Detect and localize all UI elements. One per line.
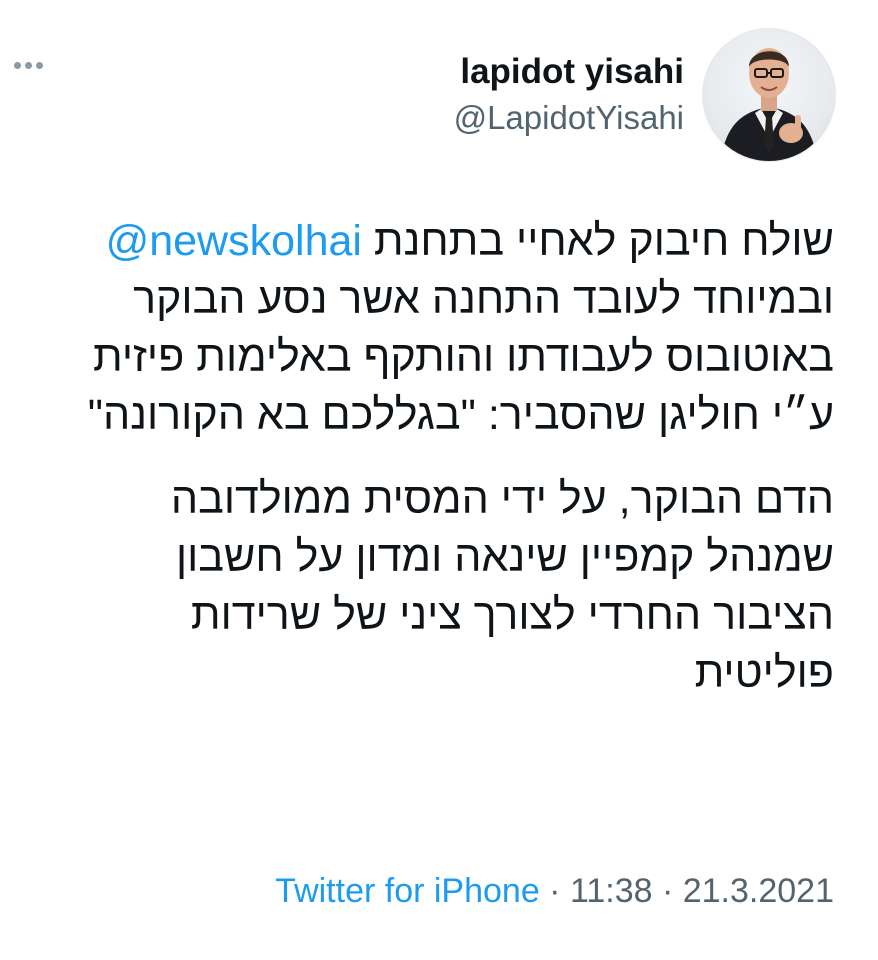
- tweet-line: ובמיוחד לעובד התחנה אשר נסע הבוקר: [133, 275, 834, 323]
- tweet-line: שולח חיבוק לאחיי בתחנת @newskolhai: [34, 212, 834, 270]
- meta-separator: ·: [539, 872, 570, 910]
- avatar[interactable]: [702, 28, 836, 162]
- tweet-date[interactable]: 21.3.2021: [683, 872, 834, 910]
- meta-separator: ·: [652, 872, 683, 910]
- author-names: lapidot yisahi @LapidotYisahi: [454, 49, 684, 141]
- author-handle[interactable]: @LapidotYisahi: [454, 95, 684, 141]
- tweet-header: lapidot yisahi @LapidotYisahi: [454, 28, 836, 162]
- tweet-time[interactable]: 11:38: [570, 872, 653, 910]
- tweet-text: שולח חיבוק לאחיי בתחנת @newskolhai ובמיו…: [34, 212, 834, 728]
- tweet-line: שמנהל קמפיין שינאה ומדון על חשבון: [175, 533, 834, 581]
- tweet-line: באוטובוס לעבודתו והותקף באלימות פיזית: [93, 333, 834, 381]
- avatar-portrait-icon: [721, 48, 817, 161]
- more-options-button[interactable]: [14, 62, 43, 69]
- author-display-name[interactable]: lapidot yisahi: [460, 49, 684, 95]
- tweet-line: פוליטית: [694, 649, 834, 697]
- tweet-line: הדם הבוקר, על ידי המסית ממולדובה: [170, 475, 834, 523]
- tweet-source-link[interactable]: Twitter for iPhone: [275, 872, 540, 910]
- tweet-text-fragment: שולח חיבוק לאחיי בתחנת: [361, 217, 834, 265]
- more-horizontal-icon: [36, 62, 43, 69]
- tweet-paragraph-1: שולח חיבוק לאחיי בתחנת @newskolhai ובמיו…: [34, 212, 834, 444]
- more-horizontal-icon: [14, 62, 21, 69]
- tweet-line: הציבור החרדי לצורך ציני של שרידות: [190, 591, 834, 639]
- more-horizontal-icon: [25, 62, 32, 69]
- tweet-paragraph-2: הדם הבוקר, על ידי המסית ממולדובה שמנהל ק…: [34, 470, 834, 702]
- tweet-meta: Twitter for iPhone · 11:38 · 21.3.2021: [275, 872, 834, 911]
- tweet-line: ע״י חוליגן שהסביר: "בגללכם בא הקורונה": [87, 391, 834, 439]
- mention-link[interactable]: @newskolhai: [106, 217, 362, 265]
